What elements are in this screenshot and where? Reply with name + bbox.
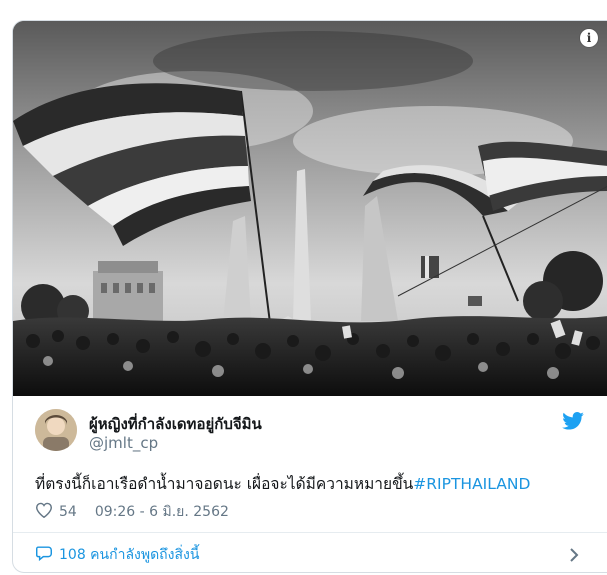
conversation-count: 108 คนกำลังพูดถึงสิ่งนี้ xyxy=(59,547,200,563)
chat-bubble-icon xyxy=(35,545,53,565)
twitter-bird-icon[interactable] xyxy=(562,412,584,434)
timestamp[interactable]: 09:26 - 6 มิ.ย. 2562 xyxy=(95,501,229,523)
like-count[interactable]: 54 xyxy=(59,504,77,520)
info-icon[interactable]: i xyxy=(580,29,598,47)
tweet-body: ที่ตรงนี้ก็เอาเรือดำน้ำมาจอดนะ เผื่อจะได… xyxy=(35,475,414,493)
tweet-photo[interactable]: i xyxy=(13,21,607,396)
user-handle[interactable]: @jmlt_cp xyxy=(89,434,158,452)
conversation-link[interactable]: 108 คนกำลังพูดถึงสิ่งนี้ xyxy=(35,544,199,566)
heart-icon[interactable] xyxy=(35,502,53,522)
embedded-tweet-card: i ผู้หญิงที่กำลังเดทอยู่กับจีมิน @jmlt_c… xyxy=(12,20,607,573)
chevron-right-icon[interactable] xyxy=(569,547,579,567)
tweet-header: ผู้หญิงที่กำลังเดทอยู่กับจีมิน @jmlt_cp xyxy=(13,396,607,466)
avatar[interactable] xyxy=(35,409,77,451)
divider xyxy=(13,532,607,533)
protest-crowd-photo xyxy=(13,21,607,396)
display-name[interactable]: ผู้หญิงที่กำลังเดทอยู่กับจีมิน xyxy=(89,412,262,436)
tweet-text: ที่ตรงนี้ก็เอาเรือดำน้ำมาจอดนะ เผื่อจะได… xyxy=(35,471,605,496)
tweet-meta: 54 09:26 - 6 มิ.ย. 2562 xyxy=(35,502,229,522)
hashtag-link[interactable]: #RIPTHAILAND xyxy=(413,475,530,493)
